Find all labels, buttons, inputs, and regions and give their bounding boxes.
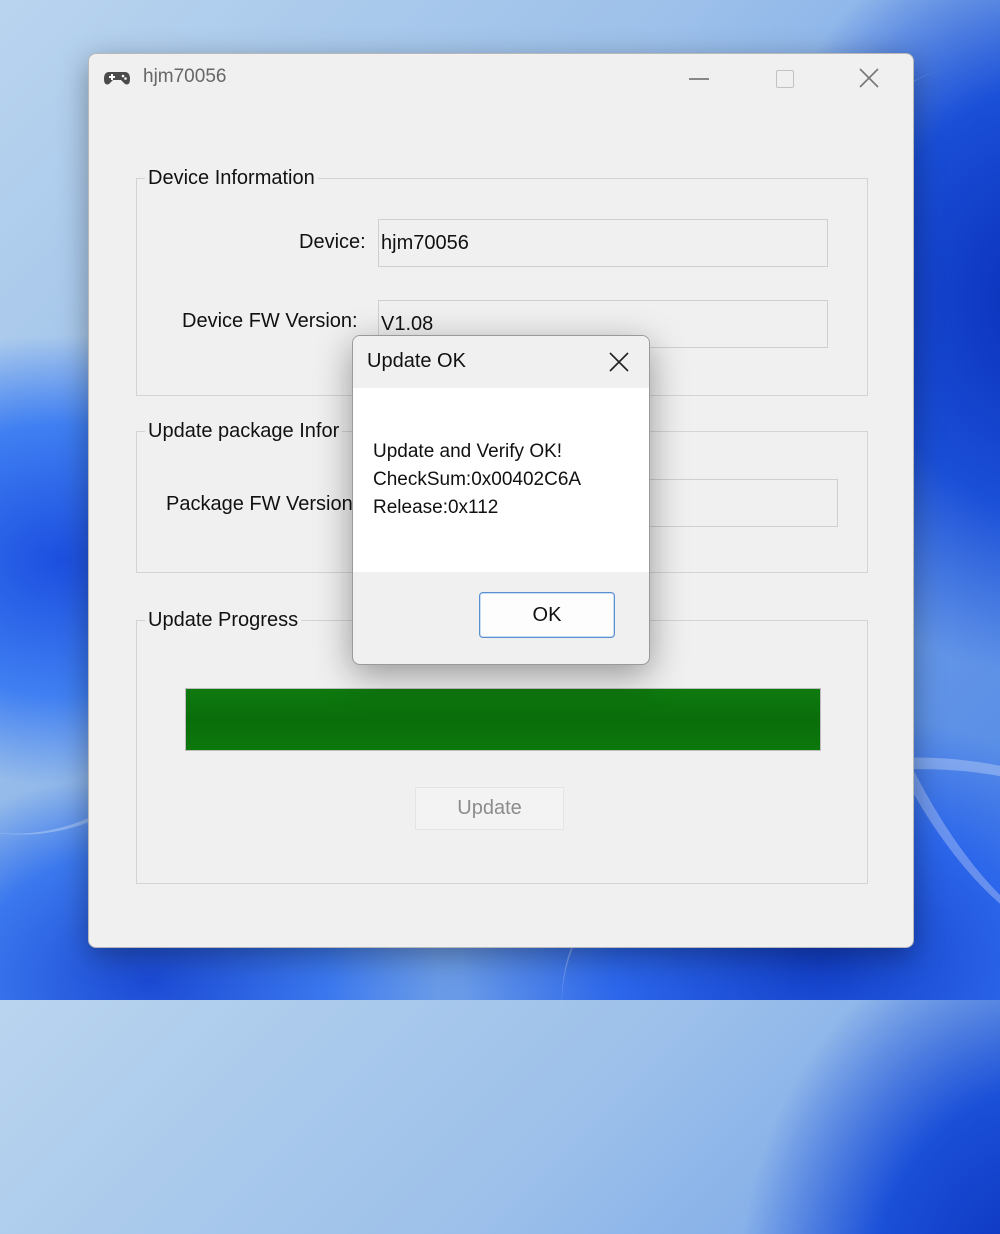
update-button[interactable]: Update bbox=[415, 787, 564, 830]
minimize-icon[interactable] bbox=[671, 54, 729, 102]
device-fw-version-label: Device FW Version: bbox=[182, 310, 358, 332]
device-value: hjm70056 bbox=[381, 232, 469, 254]
dialog-title: Update OK bbox=[367, 350, 466, 372]
dialog-message-line: Release:0x112 bbox=[373, 497, 499, 518]
maximize-icon[interactable] bbox=[756, 54, 814, 102]
group-title: Update package Infor bbox=[145, 420, 343, 443]
device-label: Device: bbox=[299, 231, 366, 253]
group-title: Update Progress bbox=[145, 609, 302, 632]
device-fw-version-value: V1.08 bbox=[381, 313, 434, 335]
dialog-message-line: CheckSum:0x00402C6A bbox=[373, 469, 582, 490]
close-icon[interactable] bbox=[841, 54, 899, 102]
ok-button[interactable]: OK bbox=[479, 592, 615, 638]
update-ok-dialog: Update OK Update and Verify OK! CheckSum… bbox=[352, 335, 650, 665]
dialog-message-line: Update and Verify OK! bbox=[373, 441, 563, 462]
window-title: hjm70056 bbox=[143, 66, 227, 87]
package-fw-version-label: Package FW Version bbox=[166, 493, 353, 515]
dialog-title-bar[interactable]: Update OK bbox=[353, 336, 649, 388]
device-field[interactable]: hjm70056 bbox=[378, 219, 828, 267]
close-icon[interactable] bbox=[599, 344, 639, 380]
dialog-body: Update and Verify OK! CheckSum:0x00402C6… bbox=[353, 388, 649, 572]
update-progress-bar bbox=[185, 688, 821, 751]
title-bar[interactable]: hjm70056 bbox=[89, 54, 913, 102]
group-title: Device Information bbox=[145, 167, 318, 190]
gamepad-icon bbox=[103, 68, 131, 88]
progress-fill bbox=[186, 689, 820, 750]
